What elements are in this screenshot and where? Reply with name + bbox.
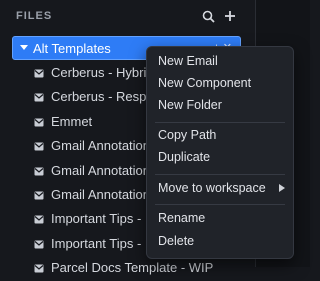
email-file-icon [34, 69, 44, 78]
submenu-arrow-icon [279, 184, 285, 192]
email-file-icon [34, 167, 44, 176]
email-file-icon [34, 93, 44, 102]
email-file-icon [34, 118, 44, 127]
search-icon[interactable] [200, 8, 216, 24]
menu-item-label: Delete [158, 234, 195, 248]
menu-item-label: Rename [158, 211, 206, 225]
caret-down-icon[interactable] [19, 43, 29, 53]
email-file-icon [34, 264, 44, 273]
email-file-icon [34, 240, 44, 249]
file-label: Important Tips - I [51, 211, 149, 226]
folder-label: Alt Templates [33, 41, 111, 56]
email-file-icon [34, 191, 44, 200]
file-label: Gmail Annotation [51, 187, 151, 202]
menu-item-duplicate[interactable]: Duplicate [147, 147, 293, 169]
file-label: Gmail Annotation [51, 138, 151, 153]
menu-divider [155, 204, 285, 205]
menu-item-new-email[interactable]: New Email [147, 51, 293, 73]
menu-divider [155, 122, 285, 123]
file-label: Gmail Annotation [51, 163, 151, 178]
menu-item-rename[interactable]: Rename [147, 208, 293, 230]
menu-item-delete[interactable]: Delete [147, 231, 293, 253]
files-title: FILES [16, 10, 53, 22]
menu-item-label: Move to workspace [158, 181, 266, 195]
file-label: Emmet [51, 114, 93, 129]
menu-item-copy-path[interactable]: Copy Path [147, 125, 293, 147]
file-label: Cerberus - Respo [51, 89, 154, 104]
menu-item-new-component[interactable]: New Component [147, 73, 293, 95]
menu-item-label: New Component [158, 76, 252, 90]
file-label: Cerberus - Hybrid [51, 65, 154, 80]
menu-item-label: New Folder [158, 98, 222, 112]
files-header: FILES [0, 0, 255, 34]
menu-divider [155, 174, 285, 175]
context-menu: New Email New Component New Folder Copy … [146, 46, 294, 259]
menu-item-label: Duplicate [158, 150, 211, 164]
email-file-icon [34, 215, 44, 224]
file-label: Important Tips - I [51, 236, 149, 251]
plus-icon[interactable] [222, 8, 238, 24]
file-row[interactable]: Parcel Docs Template - WIP [0, 257, 255, 281]
menu-item-new-folder[interactable]: New Folder [147, 95, 293, 117]
menu-item-label: Copy Path [158, 128, 217, 142]
email-file-icon [34, 142, 44, 151]
file-label: Parcel Docs Template - WIP [51, 260, 214, 275]
menu-item-label: New Email [158, 54, 218, 68]
menu-item-move-to-workspace[interactable]: Move to workspace [147, 178, 293, 200]
